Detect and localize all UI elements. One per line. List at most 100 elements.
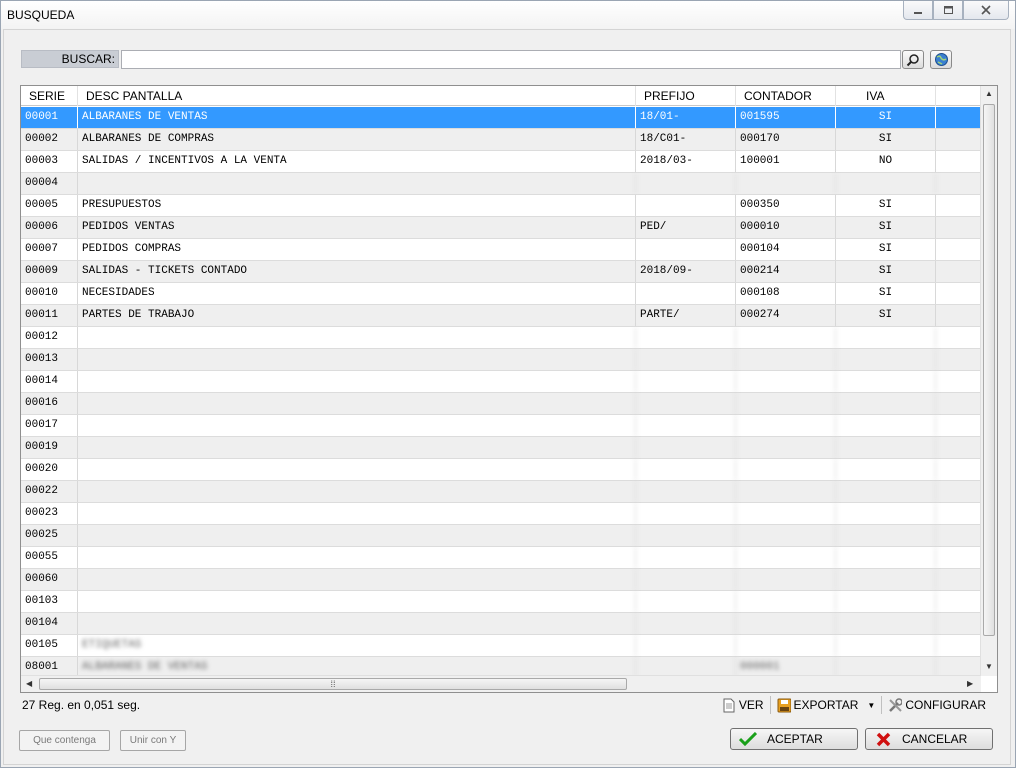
configure-label: CONFIGURAR (905, 698, 986, 712)
cell-prefijo (636, 547, 736, 568)
export-button[interactable]: EXPORTAR ▼ (773, 697, 880, 713)
cell-desc: PARTES DE TRABAJO (78, 305, 636, 326)
table-row[interactable]: 00055 (21, 547, 980, 569)
cell-spacer (936, 547, 980, 568)
table-row[interactable]: 00103 (21, 591, 980, 613)
cell-iva (836, 327, 936, 348)
export-label: EXPORTAR (793, 698, 859, 712)
cell-iva: NO (836, 151, 936, 172)
cell-desc (78, 613, 636, 634)
cell-contador: 000170 (736, 129, 836, 150)
table-row[interactable]: 00006 PEDIDOS VENTAS PED/000010 SI (21, 217, 980, 239)
column-header-iva[interactable]: IVA (836, 86, 936, 106)
results-grid[interactable]: SERIE DESC PANTALLA PREFIJO CONTADOR IVA… (20, 85, 998, 693)
table-row[interactable]: 00022 (21, 481, 980, 503)
cancel-button[interactable]: CANCELAR (865, 728, 993, 750)
document-icon (722, 697, 736, 713)
cell-contador: 000010 (736, 217, 836, 238)
table-row[interactable]: 00017 (21, 415, 980, 437)
table-row[interactable]: 00005 PRESUPUESTOS 000350 SI (21, 195, 980, 217)
cell-prefijo (636, 415, 736, 436)
checkmark-icon (731, 732, 765, 746)
accept-button[interactable]: ACEPTAR (730, 728, 858, 750)
close-button[interactable] (963, 1, 1009, 20)
globe-button[interactable] (930, 50, 952, 69)
table-row[interactable]: 00060 (21, 569, 980, 591)
cell-iva: SI (836, 195, 936, 216)
cell-serie: 00016 (21, 393, 78, 414)
table-row[interactable]: 00003 SALIDAS / INCENTIVOS A LA VENTA 2018… (21, 151, 980, 173)
cell-iva (836, 349, 936, 370)
table-row[interactable]: 00010 NECESIDADES 000108 SI (21, 283, 980, 305)
table-row[interactable]: 00001 ALBARANES DE VENTAS 18/01- 001595 SI (21, 107, 980, 129)
horizontal-scroll-thumb[interactable]: ⁞⁞ (39, 678, 627, 690)
table-row[interactable]: 00104 (21, 613, 980, 635)
cell-prefijo (636, 173, 736, 194)
cell-prefijo: 18/C01- (636, 129, 736, 150)
horizontal-scrollbar[interactable]: ◀ ⁞⁞ ▶ (21, 675, 981, 692)
cell-desc: ALBARANES DE COMPRAS (78, 129, 636, 150)
table-row[interactable]: 00009 SALIDAS - TICKETS CONTADO 2018/09- 00… (21, 261, 980, 283)
cell-contador (736, 613, 836, 634)
scroll-left-icon[interactable]: ◀ (26, 679, 32, 688)
cell-contador (736, 371, 836, 392)
cell-contador (736, 437, 836, 458)
cell-contador (736, 569, 836, 590)
column-header-serie[interactable]: SERIE (21, 86, 78, 106)
cell-prefijo: 2018/09- (636, 261, 736, 282)
table-row[interactable]: 00016 (21, 393, 980, 415)
minimize-button[interactable] (903, 1, 933, 20)
table-row[interactable]: 00002 ALBARANES DE COMPRAS 18/C01- 000170 SI (21, 129, 980, 151)
cell-desc (78, 173, 636, 194)
cell-desc: PEDIDOS COMPRAS (78, 239, 636, 260)
table-row[interactable]: 00012 (21, 327, 980, 349)
cell-serie: 00022 (21, 481, 78, 502)
cell-prefijo (636, 503, 736, 524)
vertical-scroll-thumb[interactable] (983, 104, 995, 636)
cell-spacer (936, 459, 980, 480)
cell-contador (736, 481, 836, 502)
cell-contador (736, 349, 836, 370)
view-button[interactable]: VER (718, 697, 768, 713)
scroll-up-icon[interactable]: ▲ (985, 89, 993, 98)
table-row[interactable]: 00014 (21, 371, 980, 393)
cell-prefijo (636, 481, 736, 502)
scroll-right-icon[interactable]: ▶ (967, 679, 973, 688)
column-header-desc[interactable]: DESC PANTALLA (78, 86, 636, 106)
cell-contador (736, 173, 836, 194)
table-row[interactable]: 00025 (21, 525, 980, 547)
cell-desc (78, 459, 636, 480)
cell-prefijo: 2018/03- (636, 151, 736, 172)
cell-serie: 00004 (21, 173, 78, 194)
minimize-icon (914, 12, 922, 14)
vertical-scrollbar[interactable]: ▲ ▼ (980, 86, 997, 676)
table-row[interactable]: 00007 PEDIDOS COMPRAS 000104 SI (21, 239, 980, 261)
cell-iva (836, 415, 936, 436)
cell-iva (836, 591, 936, 612)
column-header-prefijo[interactable]: PREFIJO (636, 86, 736, 106)
column-header-contador[interactable]: CONTADOR (736, 86, 836, 106)
maximize-button[interactable] (933, 1, 963, 20)
table-row[interactable]: 00011 PARTES DE TRABAJO PARTE/000274 SI (21, 305, 980, 327)
cell-contador: 000214 (736, 261, 836, 282)
cell-serie: 00002 (21, 129, 78, 150)
scroll-down-icon[interactable]: ▼ (985, 662, 993, 671)
table-row[interactable]: 00019 (21, 437, 980, 459)
table-row[interactable]: 00004 (21, 173, 980, 195)
cell-desc: ALBARANES DE VENTAS (78, 107, 636, 128)
table-row[interactable]: 00020 (21, 459, 980, 481)
cell-serie: 00012 (21, 327, 78, 348)
table-row[interactable]: 00013 (21, 349, 980, 371)
cell-prefijo (636, 525, 736, 546)
cell-spacer (936, 525, 980, 546)
contains-filter-button[interactable]: Que contenga (19, 730, 110, 751)
search-input[interactable] (121, 50, 901, 69)
join-filter-button[interactable]: Unir con Y (120, 730, 186, 751)
cell-prefijo: 18/01- (636, 107, 736, 128)
configure-button[interactable]: CONFIGURAR (884, 697, 990, 713)
cell-serie: 00105 (21, 635, 78, 656)
table-row[interactable]: 00023 (21, 503, 980, 525)
cell-serie: 00011 (21, 305, 78, 326)
table-row[interactable]: 00105 ETIQUETAS (21, 635, 980, 657)
search-button[interactable] (902, 50, 924, 69)
